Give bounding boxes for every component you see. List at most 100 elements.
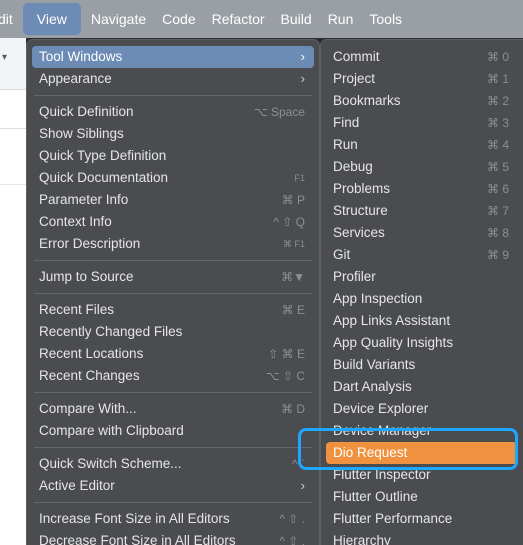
view-menu-item-context-info[interactable]: Context Info ^ ⇧ Q xyxy=(32,211,314,233)
menu-separator xyxy=(34,260,312,261)
menu-item-label: App Links Assistant xyxy=(333,313,451,328)
tool-windows-item-flutter-outline[interactable]: Flutter Outline xyxy=(326,486,518,508)
tool-windows-item-git[interactable]: Git ⌘ 9 xyxy=(326,244,518,266)
view-menu-item-show-siblings[interactable]: Show Siblings xyxy=(32,123,314,145)
menu-item-shortcut: ⌘ 7 xyxy=(486,204,509,218)
menu-item-shortcut: ⌘ E xyxy=(281,303,305,317)
menu-item-label: Commit xyxy=(333,49,380,64)
menu-item-label: Find xyxy=(333,115,360,130)
menubar-view[interactable]: View xyxy=(22,3,81,35)
menu-item-label: Error Description xyxy=(39,236,141,251)
menubar-run[interactable]: Run xyxy=(320,3,362,35)
view-menu-item-quick-documentation[interactable]: Quick Documentation F1 xyxy=(32,167,314,189)
tool-windows-item-app-quality-insights[interactable]: App Quality Insights xyxy=(326,332,518,354)
view-menu-item-recent-changes[interactable]: Recent Changes ⌥ ⇧ C xyxy=(32,365,314,387)
menu-item-label: Run xyxy=(333,137,358,152)
menu-item-label: Services xyxy=(333,225,385,240)
menu-item-label: Git xyxy=(333,247,351,262)
menu-item-label: Dio Request xyxy=(333,445,408,460)
tool-windows-item-device-explorer[interactable]: Device Explorer xyxy=(326,398,518,420)
tool-windows-item-services[interactable]: Services ⌘ 8 xyxy=(326,222,518,244)
view-menu-item-quick-definition[interactable]: Quick Definition ⌥ Space xyxy=(32,101,314,123)
tool-windows-item-run[interactable]: Run ⌘ 4 xyxy=(326,134,518,156)
tool-windows-item-find[interactable]: Find ⌘ 3 xyxy=(326,112,518,134)
menubar-tools[interactable]: Tools xyxy=(361,3,410,35)
chevron-down-icon[interactable]: ▾ xyxy=(2,52,7,63)
menubar-navigate[interactable]: Navigate xyxy=(83,3,154,35)
view-menu-item-compare-with[interactable]: Compare With... ⌘ D xyxy=(32,398,314,420)
tool-windows-item-device-manager[interactable]: Device Manager xyxy=(326,420,518,442)
menubar-build[interactable]: Build xyxy=(273,3,320,35)
menu-separator xyxy=(34,447,312,448)
view-menu-item-recent-locations[interactable]: Recent Locations ⇧ ⌘ E xyxy=(32,343,314,365)
menu-item-shortcut: ⌘ 3 xyxy=(486,116,509,130)
tool-windows-item-problems[interactable]: Problems ⌘ 6 xyxy=(326,178,518,200)
view-menu-item-compare-with-clipboard[interactable]: Compare with Clipboard xyxy=(32,420,314,442)
view-menu-item-recently-changed-files[interactable]: Recently Changed Files xyxy=(32,321,314,343)
menu-item-label: Recent Changes xyxy=(39,368,140,383)
menu-item-label: Show Siblings xyxy=(39,126,124,141)
menu-item-shortcut: ⌘ 4 xyxy=(486,138,509,152)
menu-item-label: Dart Analysis xyxy=(333,379,412,394)
menu-item-shortcut: ^ ⇧ . xyxy=(279,512,305,526)
tool-windows-item-flutter-inspector[interactable]: Flutter Inspector xyxy=(326,464,518,486)
divider xyxy=(0,128,26,129)
tool-windows-item-dio-request[interactable]: Dio Request xyxy=(326,442,518,464)
menu-item-shortcut: ⌘ 5 xyxy=(486,160,509,174)
menu-item-shortcut: ⌥ ⇧ C xyxy=(265,369,305,383)
menu-item-shortcut: ⌘ P xyxy=(281,193,305,207)
menu-item-label: Project xyxy=(333,71,376,86)
tool-windows-item-commit[interactable]: Commit ⌘ 0 xyxy=(326,46,518,68)
menu-item-label: Quick Type Definition xyxy=(39,148,167,163)
tool-windows-item-bookmarks[interactable]: Bookmarks ⌘ 2 xyxy=(326,90,518,112)
chevron-right-icon: › xyxy=(300,49,305,64)
editor-background: ▾ xyxy=(0,38,26,545)
menu-item-shortcut: ⌘ 9 xyxy=(486,248,509,262)
tool-windows-item-project[interactable]: Project ⌘ 1 xyxy=(326,68,518,90)
tool-windows-item-structure[interactable]: Structure ⌘ 7 xyxy=(326,200,518,222)
menu-item-shortcut: ^ ⇧ , xyxy=(279,534,305,545)
tool-windows-submenu: Commit ⌘ 0 Project ⌘ 1 Bookmarks ⌘ 2 Find ⌘ 3 Ru… xyxy=(320,39,523,545)
menu-item-label: Device Explorer xyxy=(333,401,429,416)
menu-item-shortcut: ⌘ F1 xyxy=(282,239,305,249)
view-menu-item-recent-files[interactable]: Recent Files ⌘ E xyxy=(32,299,314,321)
menu-item-shortcut: ⌘ 1 xyxy=(486,72,509,86)
view-menu-item-parameter-info[interactable]: Parameter Info ⌘ P xyxy=(32,189,314,211)
menu-item-label: Debug xyxy=(333,159,373,174)
menu-item-shortcut: ⌘▼ xyxy=(281,270,305,284)
menu-item-label: Recently Changed Files xyxy=(39,324,183,339)
menu-item-label: Quick Documentation xyxy=(39,170,169,185)
tool-windows-item-build-variants[interactable]: Build Variants xyxy=(326,354,518,376)
tool-windows-item-app-inspection[interactable]: App Inspection xyxy=(326,288,518,310)
menu-separator xyxy=(34,392,312,393)
view-menu-item-increase-font-size-in-all-editors[interactable]: Increase Font Size in All Editors ^ ⇧ . xyxy=(32,508,314,530)
menu-item-shortcut: ^ ` xyxy=(292,457,305,471)
tool-windows-item-hierarchy[interactable]: Hierarchy xyxy=(326,530,518,545)
view-menu-item-appearance[interactable]: Appearance › xyxy=(32,68,314,90)
view-menu-item-decrease-font-size-in-all-editors[interactable]: Decrease Font Size in All Editors ^ ⇧ , xyxy=(32,530,314,545)
menu-item-label: Device Manager xyxy=(333,423,432,438)
tool-windows-item-debug[interactable]: Debug ⌘ 5 xyxy=(326,156,518,178)
menu-item-shortcut: ⇧ ⌘ E xyxy=(268,347,305,361)
menu-separator xyxy=(34,502,312,503)
menubar-refactor[interactable]: Refactor xyxy=(204,3,273,35)
tool-windows-item-flutter-performance[interactable]: Flutter Performance xyxy=(326,508,518,530)
menubar-edit[interactable]: dit xyxy=(0,3,21,35)
menu-bar: dit View Navigate Code Refactor Build Ru… xyxy=(0,0,523,38)
menu-item-label: Context Info xyxy=(39,214,112,229)
view-menu-item-quick-type-definition[interactable]: Quick Type Definition xyxy=(32,145,314,167)
view-menu-item-active-editor[interactable]: Active Editor › xyxy=(32,475,314,497)
tool-windows-item-profiler[interactable]: Profiler xyxy=(326,266,518,288)
menu-item-shortcut: ⌘ D xyxy=(281,402,305,416)
menu-item-label: Compare with Clipboard xyxy=(39,423,184,438)
tool-windows-item-dart-analysis[interactable]: Dart Analysis xyxy=(326,376,518,398)
menu-item-shortcut: F1 xyxy=(294,173,305,183)
view-menu-item-quick-switch-scheme[interactable]: Quick Switch Scheme... ^ ` xyxy=(32,453,314,475)
view-menu-item-tool-windows[interactable]: Tool Windows › xyxy=(32,46,314,68)
menu-item-label: Flutter Inspector xyxy=(333,467,431,482)
tool-windows-item-app-links-assistant[interactable]: App Links Assistant xyxy=(326,310,518,332)
menubar-code[interactable]: Code xyxy=(154,3,203,35)
menu-item-label: Quick Switch Scheme... xyxy=(39,456,182,471)
view-menu-item-jump-to-source[interactable]: Jump to Source ⌘▼ xyxy=(32,266,314,288)
view-menu-item-error-description[interactable]: Error Description ⌘ F1 xyxy=(32,233,314,255)
